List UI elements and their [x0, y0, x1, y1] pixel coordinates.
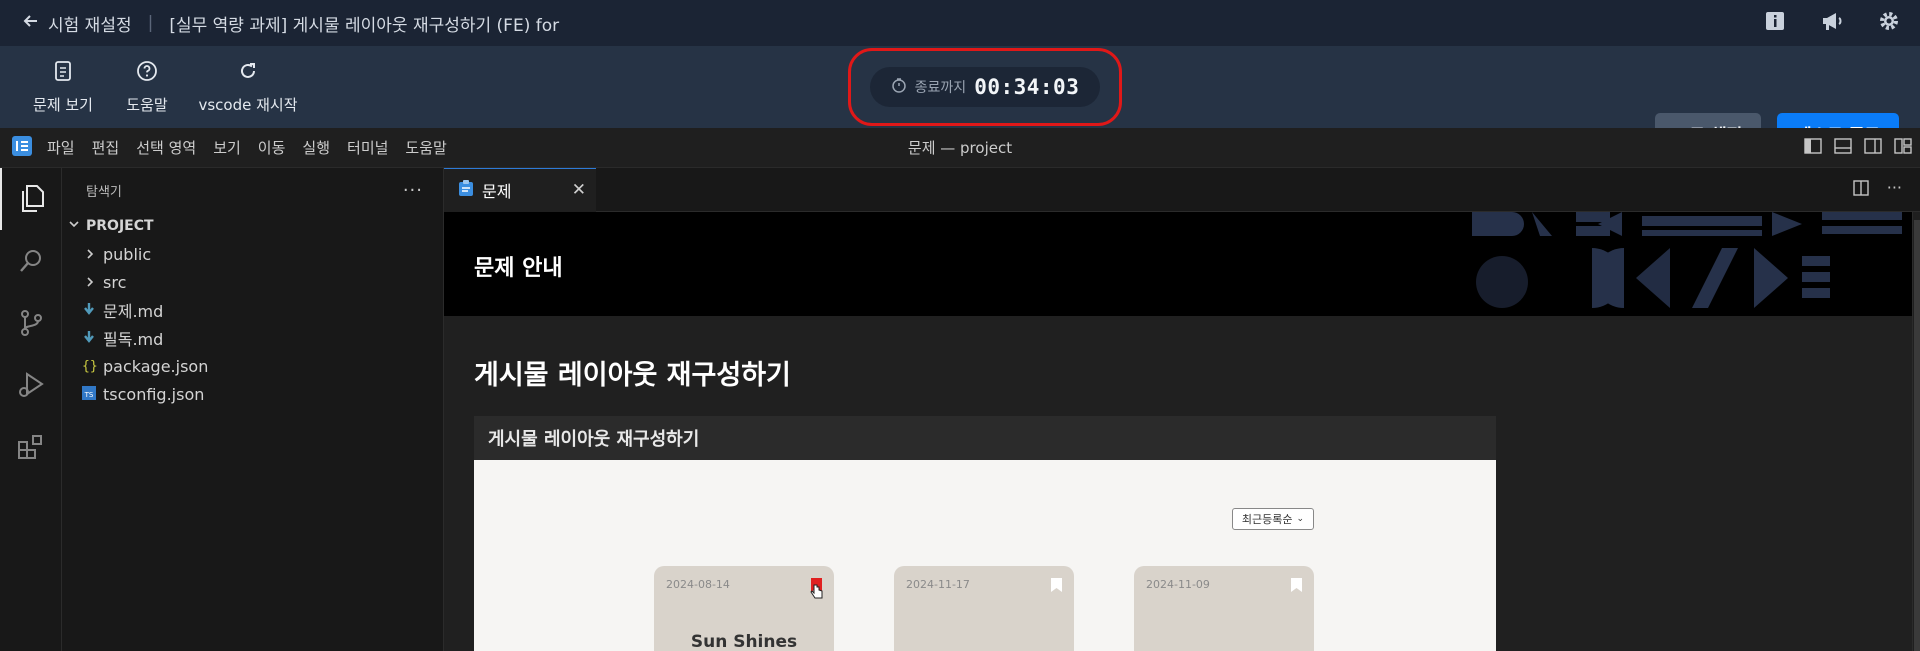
sort-select-label: 최근등록순	[1241, 513, 1293, 526]
question-circle-icon	[136, 60, 158, 86]
search-activity-icon[interactable]	[0, 230, 61, 292]
post-date: 2024-11-09	[1146, 578, 1210, 591]
vscode-menubar: 파일 편집 선택 영역 보기 이동 실행 터미널 도움말 문제 — project	[0, 128, 1920, 168]
reset-exam-button[interactable]: 시험 재설정	[22, 11, 132, 36]
source-control-activity-icon[interactable]	[0, 292, 61, 354]
close-tab-icon[interactable]: ✕	[572, 180, 586, 200]
tree-item-tsconfig-json[interactable]: TS tsconfig.json	[62, 380, 443, 408]
tree-item-required-md[interactable]: 필독.md	[62, 324, 443, 352]
tree-item-label: 필독.md	[103, 330, 164, 349]
restart-vscode-label: vscode 재시작	[198, 95, 298, 114]
markdown-file-icon	[82, 301, 96, 320]
chevron-down-icon	[68, 218, 80, 234]
explorer-activity-icon[interactable]	[0, 168, 61, 230]
menu-item[interactable]: 터미널	[347, 137, 388, 158]
tree-item-public[interactable]: public	[62, 240, 443, 268]
layout-preview-image: 최근등록순 ⌄ 2024-08-14 Sun Shines 2024-11-17	[474, 460, 1496, 651]
menu-item[interactable]: 선택 영역	[136, 137, 196, 158]
cursor-hand-icon	[810, 584, 824, 604]
tab-problem[interactable]: 문제 ✕	[444, 167, 596, 212]
run-debug-activity-icon[interactable]	[0, 354, 61, 416]
menu-item[interactable]: 보기	[213, 137, 241, 158]
timer-highlight: 종료까지 00:34:03	[848, 48, 1122, 126]
tree-item-label: tsconfig.json	[103, 384, 205, 404]
explorer-sidebar: 탐색기 ··· PROJECT public src 문제.md 필독.md {…	[62, 168, 444, 651]
banner-title: 문제 안내	[474, 256, 563, 281]
tree-item-problem-md[interactable]: 문제.md	[62, 296, 443, 324]
project-folder[interactable]: PROJECT	[62, 212, 443, 240]
activity-bar	[0, 168, 62, 651]
divider: |	[147, 13, 154, 33]
vscode-logo-icon	[12, 135, 32, 160]
gear-icon[interactable]	[1878, 10, 1900, 36]
chevron-right-icon	[84, 245, 96, 264]
project-label: PROJECT	[86, 218, 154, 234]
book-icon[interactable]	[1764, 10, 1786, 36]
bookmark-icon	[1051, 578, 1062, 592]
help-button[interactable]: 도움말	[123, 46, 171, 128]
tree-item-label: package.json	[103, 356, 209, 376]
tree-item-package-json[interactable]: {} package.json	[62, 352, 443, 380]
post-date: 2024-08-14	[666, 578, 730, 591]
refresh-icon	[237, 60, 259, 86]
tree-item-label: 문제.md	[103, 302, 164, 321]
megaphone-icon[interactable]	[1820, 10, 1844, 36]
post-card: 2024-11-17	[894, 566, 1074, 651]
menu-item[interactable]: 이동	[258, 137, 286, 158]
more-actions-icon[interactable]: ···	[1887, 179, 1902, 200]
typescript-file-icon: TS	[82, 385, 96, 404]
menu-item[interactable]: 실행	[302, 137, 330, 158]
scrollbar-thumb[interactable]	[1914, 220, 1920, 651]
editor-area: 문제 ✕ ··· 문제 안내 게시물 레이아웃 재구성하기 게시물 레이아웃 재…	[444, 167, 1920, 651]
view-problem-button[interactable]: 문제 보기	[32, 46, 94, 128]
problem-heading: 게시물 레이아웃 재구성하기	[474, 360, 791, 391]
timer-value: 00:34:03	[974, 75, 1080, 99]
toggle-panel-icon[interactable]	[1834, 137, 1852, 158]
problem-image-card: 게시물 레이아웃 재구성하기 최근등록순 ⌄ 2024-08-14 Sun Sh…	[474, 416, 1496, 651]
menu-item[interactable]: 파일	[47, 137, 75, 158]
tab-label: 문제	[482, 182, 512, 201]
clipboard-icon	[458, 179, 474, 201]
post-card: 2024-11-09	[1134, 566, 1314, 651]
menu-item[interactable]: 편집	[92, 137, 120, 158]
tree-item-label: src	[103, 272, 127, 292]
exam-title: [실무 역량 과제] 게시물 레이아웃 재구성하기 (FE) for	[169, 15, 560, 36]
markdown-file-icon	[82, 329, 96, 348]
restart-vscode-button[interactable]: vscode 재시작	[198, 46, 298, 128]
problem-banner: 문제 안내	[444, 212, 1912, 316]
more-actions-icon[interactable]: ···	[403, 180, 423, 201]
chevron-right-icon	[84, 273, 96, 292]
toggle-primary-sidebar-icon[interactable]	[1804, 137, 1822, 158]
svg-text:TS: TS	[84, 391, 94, 399]
stopwatch-icon	[891, 77, 907, 97]
tree-item-label: public	[103, 244, 152, 264]
arrow-left-icon	[22, 12, 40, 35]
image-caption: 게시물 레이아웃 재구성하기	[474, 416, 1496, 460]
sort-select: 최근등록순 ⌄	[1232, 508, 1314, 530]
help-label: 도움말	[126, 95, 168, 114]
timer-label: 종료까지	[914, 80, 967, 96]
tree-item-src[interactable]: src	[62, 268, 443, 296]
bookmark-icon	[1291, 578, 1302, 592]
editor-scrollbar[interactable]	[1912, 212, 1920, 651]
customize-layout-icon[interactable]	[1894, 137, 1912, 158]
json-file-icon: {}	[82, 358, 98, 374]
split-editor-icon[interactable]	[1853, 179, 1869, 200]
reset-exam-label: 시험 재설정	[48, 15, 132, 36]
code-symbols-decoration	[1472, 212, 1902, 308]
chevron-down-icon: ⌄	[1296, 514, 1305, 524]
problem-content: 게시물 레이아웃 재구성하기 게시물 레이아웃 재구성하기 최근등록순 ⌄ 20…	[444, 316, 1912, 651]
toggle-secondary-sidebar-icon[interactable]	[1864, 137, 1882, 158]
extensions-activity-icon[interactable]	[0, 416, 61, 478]
view-problem-label: 문제 보기	[33, 95, 93, 114]
explorer-title: 탐색기	[86, 184, 122, 200]
timer-display: 종료까지 00:34:03	[870, 67, 1100, 107]
editor-tabs: 문제 ✕ ···	[444, 167, 1920, 212]
top-bar: 시험 재설정 | [실무 역량 과제] 게시물 레이아웃 재구성하기 (FE) …	[0, 0, 1920, 46]
post-title: Sun Shines	[690, 632, 798, 651]
menu-item[interactable]: 도움말	[405, 137, 446, 158]
post-card: 2024-08-14 Sun Shines	[654, 566, 834, 651]
document-icon	[53, 60, 73, 86]
post-date: 2024-11-17	[906, 578, 970, 591]
